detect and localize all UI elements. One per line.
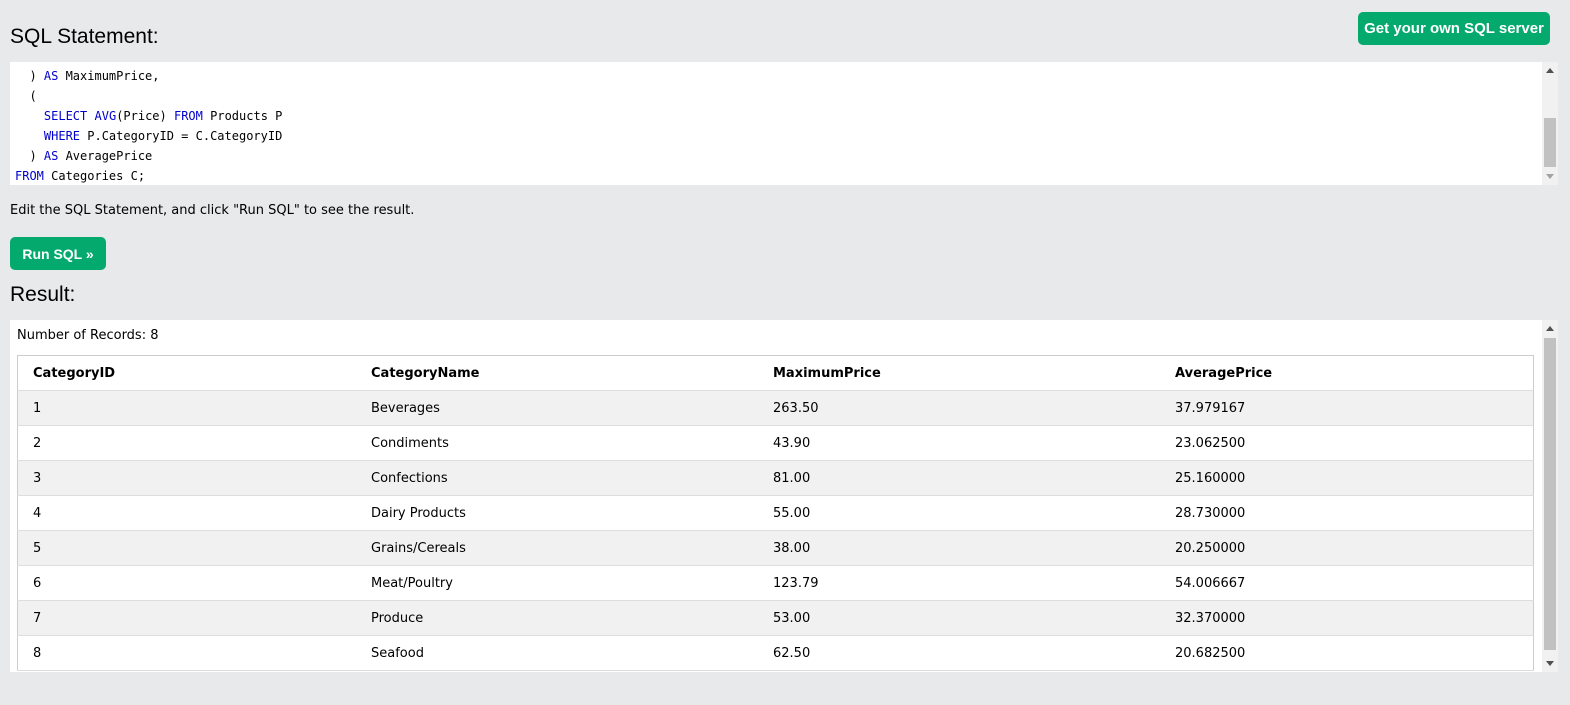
scroll-up-arrow-icon[interactable] bbox=[1546, 326, 1554, 331]
code-token: ) bbox=[15, 69, 44, 83]
column-header: CategoryName bbox=[356, 355, 758, 391]
run-sql-button[interactable]: Run SQL » bbox=[10, 237, 106, 270]
sql-keyword: FROM bbox=[15, 169, 44, 183]
table-row: 6 Meat/Poultry 123.79 54.006667 bbox=[17, 565, 1534, 601]
result-scrollbar[interactable] bbox=[1542, 320, 1558, 672]
results-table: CategoryID CategoryName MaximumPrice Ave… bbox=[17, 355, 1534, 671]
table-row: 3 Confections 81.00 25.160000 bbox=[17, 460, 1534, 496]
table-cell: 28.730000 bbox=[1160, 495, 1534, 531]
table-row: 7 Produce 53.00 32.370000 bbox=[17, 600, 1534, 636]
table-cell: 20.250000 bbox=[1160, 530, 1534, 566]
table-cell: 62.50 bbox=[758, 635, 1160, 671]
code-token: (Price) bbox=[116, 109, 174, 123]
sql-keyword: AS bbox=[43, 69, 59, 83]
sql-editor[interactable]: ) AS MaximumPrice, ( SELECT AVG(Price) F… bbox=[10, 62, 1558, 185]
code-token: Products P bbox=[202, 109, 283, 123]
table-cell: 2 bbox=[17, 425, 356, 461]
result-scroll-thumb[interactable] bbox=[1544, 338, 1556, 650]
table-cell: 25.160000 bbox=[1160, 460, 1534, 496]
code-line[interactable]: WHERE P.CategoryID = C.CategoryID bbox=[15, 126, 282, 146]
table-cell: Condiments bbox=[356, 425, 758, 461]
editor-scroll-thumb[interactable] bbox=[1544, 118, 1556, 167]
sql-keyword: FROM bbox=[173, 109, 203, 123]
table-cell: 81.00 bbox=[758, 460, 1160, 496]
sql-keyword: AVG bbox=[94, 109, 117, 123]
table-cell: 54.006667 bbox=[1160, 565, 1534, 601]
instruction-text: Edit the SQL Statement, and click "Run S… bbox=[10, 203, 415, 218]
code-token: Categories C; bbox=[43, 169, 146, 183]
sql-keyword: WHERE bbox=[43, 129, 81, 143]
code-token: AveragePrice bbox=[58, 149, 153, 163]
table-cell: Meat/Poultry bbox=[356, 565, 758, 601]
table-cell: 263.50 bbox=[758, 390, 1160, 426]
table-cell: 8 bbox=[17, 635, 356, 671]
table-cell: 3 bbox=[17, 460, 356, 496]
table-cell: 4 bbox=[17, 495, 356, 531]
column-header: AveragePrice bbox=[1160, 355, 1534, 391]
editor-scrollbar[interactable] bbox=[1542, 62, 1558, 185]
column-header: MaximumPrice bbox=[758, 355, 1160, 391]
table-cell: 6 bbox=[17, 565, 356, 601]
table-cell: 123.79 bbox=[758, 565, 1160, 601]
table-row: 1 Beverages 263.50 37.979167 bbox=[17, 390, 1534, 426]
table-header-row: CategoryID CategoryName MaximumPrice Ave… bbox=[17, 355, 1534, 391]
get-own-sql-server-button[interactable]: Get your own SQL server bbox=[1358, 12, 1550, 45]
column-header: CategoryID bbox=[17, 355, 356, 391]
table-cell: 1 bbox=[17, 390, 356, 426]
table-cell: 55.00 bbox=[758, 495, 1160, 531]
sql-keyword: AS bbox=[43, 149, 59, 163]
table-row: 4 Dairy Products 55.00 28.730000 bbox=[17, 495, 1534, 531]
record-count: Number of Records: 8 bbox=[17, 328, 159, 343]
table-cell: 32.370000 bbox=[1160, 600, 1534, 636]
scroll-down-arrow-icon[interactable] bbox=[1546, 661, 1554, 666]
table-cell: Grains/Cereals bbox=[356, 530, 758, 566]
code-token: P.CategoryID = C.CategoryID bbox=[80, 129, 283, 143]
table-cell: Confections bbox=[356, 460, 758, 496]
table-cell: Dairy Products bbox=[356, 495, 758, 531]
table-row: 5 Grains/Cereals 38.00 20.250000 bbox=[17, 530, 1534, 566]
result-heading: Result: bbox=[10, 283, 76, 306]
scroll-up-arrow-icon[interactable] bbox=[1546, 68, 1554, 73]
table-cell: 7 bbox=[17, 600, 356, 636]
table-cell: Seafood bbox=[356, 635, 758, 671]
code-line[interactable]: ) AS AveragePrice bbox=[15, 146, 282, 166]
scroll-down-arrow-icon[interactable] bbox=[1546, 174, 1554, 179]
code-line[interactable]: FROM Categories C; bbox=[15, 166, 282, 185]
table-cell: 43.90 bbox=[758, 425, 1160, 461]
table-row: 8 Seafood 62.50 20.682500 bbox=[17, 635, 1534, 671]
code-token: ) bbox=[15, 149, 44, 163]
table-cell: 53.00 bbox=[758, 600, 1160, 636]
code-line[interactable]: ( bbox=[15, 86, 282, 106]
results-body: 1 Beverages 263.50 37.979167 2 Condiments 43.9… bbox=[17, 390, 1534, 671]
table-cell: 38.00 bbox=[758, 530, 1160, 566]
table-cell: 5 bbox=[17, 530, 356, 566]
result-panel: Number of Records: 8 CategoryID Category… bbox=[10, 320, 1558, 672]
table-cell: Produce bbox=[356, 600, 758, 636]
sql-keyword: SELECT bbox=[43, 109, 88, 123]
code-token: ( bbox=[15, 89, 37, 103]
sql-code[interactable]: ) AS MaximumPrice, ( SELECT AVG(Price) F… bbox=[15, 66, 282, 185]
sql-statement-heading: SQL Statement: bbox=[10, 25, 159, 48]
table-cell: 20.682500 bbox=[1160, 635, 1534, 671]
table-cell: 37.979167 bbox=[1160, 390, 1534, 426]
code-token: MaximumPrice, bbox=[58, 69, 160, 83]
code-line[interactable]: ) AS MaximumPrice, bbox=[15, 66, 282, 86]
table-cell: 23.062500 bbox=[1160, 425, 1534, 461]
table-row: 2 Condiments 43.90 23.062500 bbox=[17, 425, 1534, 461]
code-line[interactable]: SELECT AVG(Price) FROM Products P bbox=[15, 106, 282, 126]
table-cell: Beverages bbox=[356, 390, 758, 426]
